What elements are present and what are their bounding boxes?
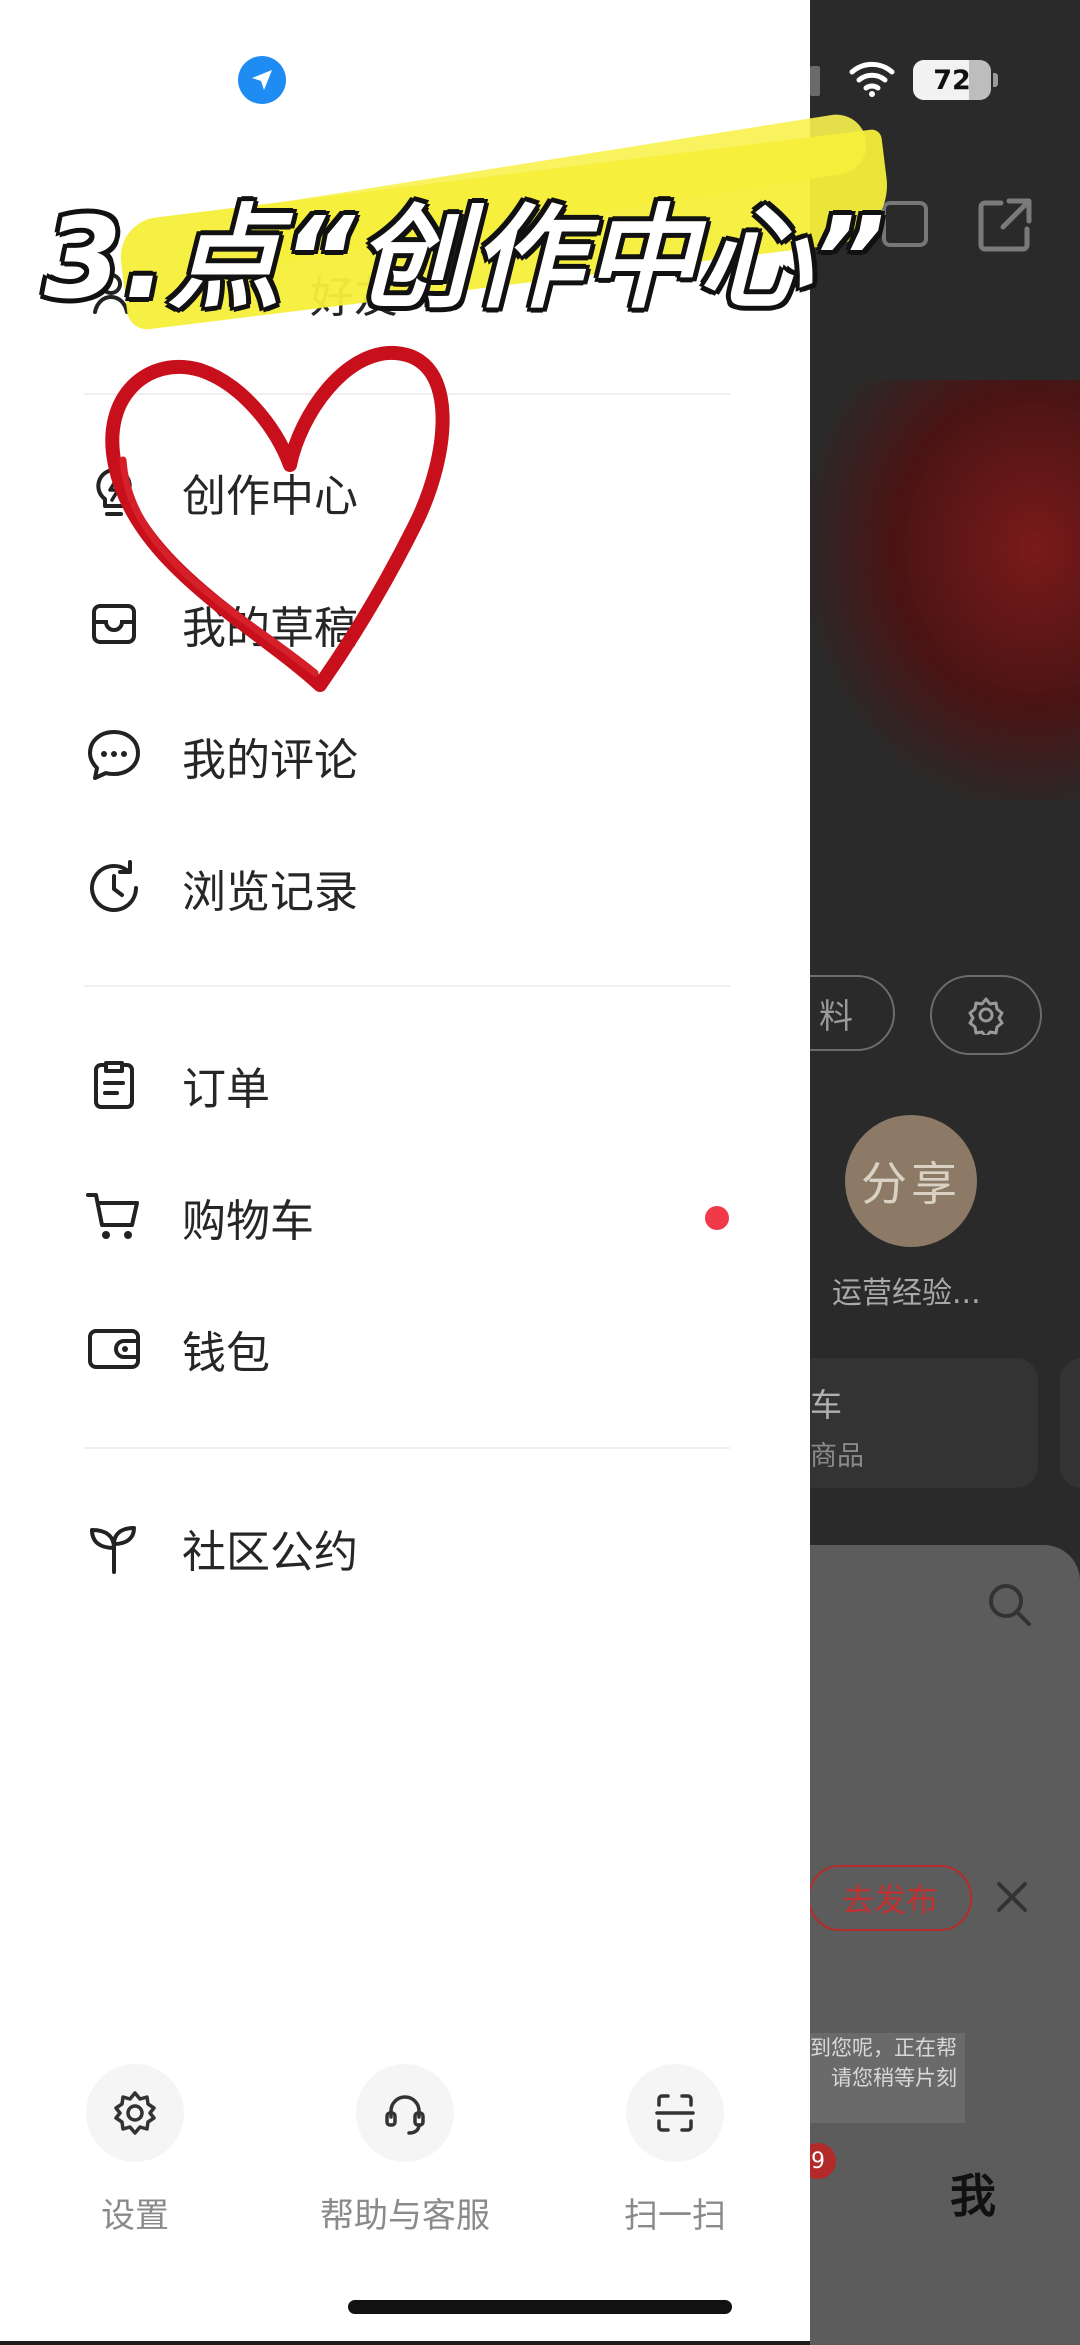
settings-circle [86, 2064, 184, 2162]
drawer-item-label: 购物车 [182, 1196, 314, 1247]
drawer-item-orders[interactable]: 订单 [84, 1040, 734, 1130]
share-avatar[interactable]: 分享 [845, 1115, 977, 1247]
battery-cap [993, 73, 998, 87]
clipboard-icon [84, 1055, 144, 1115]
background-artwork [810, 380, 1080, 800]
drawer-item-label: 社区公约 [182, 1527, 358, 1578]
drawer-item-label: 我的评论 [182, 735, 358, 786]
wallet-icon [84, 1319, 144, 1379]
scan-action[interactable]: 扫一扫 [575, 2064, 775, 2237]
scan-icon [655, 2094, 695, 2132]
battery-level: 72 [933, 64, 971, 96]
gear-icon [114, 2091, 156, 2135]
help-circle [356, 2064, 454, 2162]
toast-line-1: 到您呢，正在帮 [810, 2036, 957, 2060]
home-indicator [348, 2300, 732, 2314]
share-icon[interactable] [975, 195, 1035, 259]
help-label: 帮助与客服 [320, 2196, 490, 2236]
location-icon [238, 56, 286, 104]
scan-label: 扫一扫 [624, 2196, 726, 2236]
edit-icon[interactable] [880, 195, 936, 255]
wifi-icon [848, 60, 896, 102]
sprout-icon [84, 1518, 144, 1578]
drawer-item-cart[interactable]: 购物车 [84, 1172, 734, 1262]
battery-indicator: 72 [913, 60, 991, 100]
scan-circle [626, 2064, 724, 2162]
cart-notification-dot [705, 1206, 729, 1230]
post-button[interactable]: 去发布 [808, 1865, 972, 1931]
drawer-item-label: 订单 [182, 1064, 270, 1115]
divider [84, 985, 730, 987]
settings-action[interactable]: 设置 [35, 2064, 235, 2237]
cellular-signal-icon [806, 62, 830, 100]
card-subtitle: 商品 [810, 1441, 864, 1472]
settings-label: 设置 [101, 2196, 169, 2236]
bottom-sheet [810, 1545, 1080, 2345]
cart-icon [84, 1187, 144, 1247]
settings-button[interactable] [930, 975, 1042, 1055]
card-title: 车 [810, 1386, 843, 1424]
drawer-item-comments[interactable]: 我的评论 [84, 711, 734, 801]
tutorial-annotation: 3.点“创作中心” [44, 194, 887, 324]
drawer-item-label: 钱包 [182, 1328, 270, 1379]
gear-icon [968, 997, 1004, 1035]
card-partial [1060, 1358, 1080, 1488]
tab-me[interactable]: 我 [950, 2160, 996, 2226]
divider [84, 1447, 730, 1449]
drawer-item-label: 浏览记录 [182, 867, 358, 918]
drawer-item-community-rules[interactable]: 社区公约 [84, 1503, 734, 1593]
help-action[interactable]: 帮助与客服 [305, 2064, 505, 2237]
drawer-item-history[interactable]: 浏览记录 [84, 843, 734, 933]
headset-icon [385, 2095, 425, 2135]
cart-card[interactable]: 车 商品 [810, 1358, 1038, 1488]
drawer-item-wallet[interactable]: 钱包 [84, 1304, 734, 1394]
search-icon[interactable] [985, 1580, 1035, 1634]
close-icon[interactable] [995, 1880, 1029, 1918]
history-icon [84, 858, 144, 918]
comment-icon [84, 726, 144, 786]
avatar-caption: 运营经验... [832, 1276, 981, 1311]
heart-doodle-icon [105, 345, 450, 692]
toast-message: 到您呢，正在帮 请您稍等片刻 [810, 2033, 965, 2123]
toast-line-2: 请您稍等片刻 [831, 2066, 957, 2090]
